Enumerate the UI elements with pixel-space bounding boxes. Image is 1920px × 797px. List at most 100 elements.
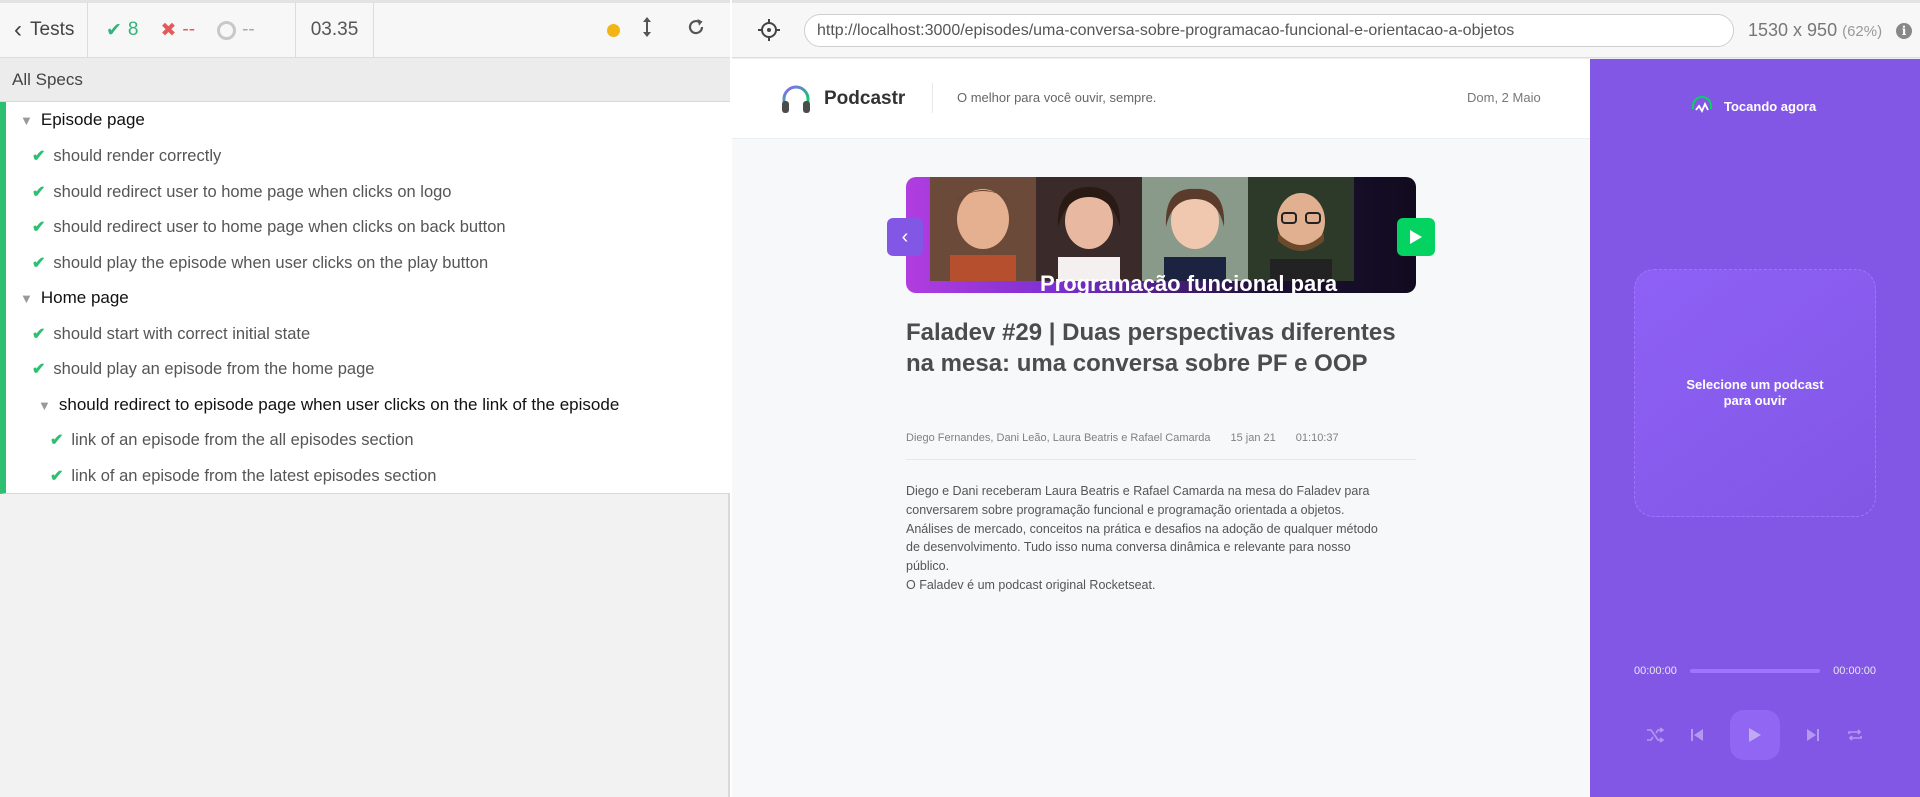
info-icon[interactable]: i — [1896, 23, 1912, 39]
suite-home-page[interactable]: ▼ Home page — [20, 280, 129, 316]
description-line: Diego e Dani receberam Laura Beatris e R… — [906, 484, 1370, 498]
header-spacer — [374, 3, 589, 57]
suite-label: Episode page — [40, 110, 145, 129]
podcastr-logo[interactable]: Podcastr — [780, 83, 905, 115]
shuffle-icon[interactable] — [1646, 727, 1664, 743]
check-icon: ✔ — [32, 184, 46, 201]
current-date: Dom, 2 Maio — [1467, 90, 1541, 105]
episode-title: Faladev #29 | Duas perspectivas diferent… — [906, 319, 1396, 377]
caret-down-icon: ▼ — [20, 290, 33, 306]
play-pause-button[interactable] — [1730, 710, 1780, 760]
thumbnail-caption: Programação funcional para — [1040, 271, 1338, 293]
podcastr-app: Podcastr O melhor para você ouvir, sempr… — [732, 59, 1920, 797]
test-row[interactable]: ✔ link of an episode from the all episod… — [50, 422, 414, 458]
host-photo — [1036, 177, 1142, 281]
reporter-controls — [589, 3, 730, 57]
test-label: should play the episode when user clicks… — [53, 253, 489, 272]
viewport-dimensions: 1530 x 950 — [1748, 20, 1838, 40]
check-icon: ✔ — [32, 326, 46, 343]
episode-members: Diego Fernandes, Dani Leão, Laura Beatri… — [906, 432, 1211, 444]
episode-page: Programação funcional para ‹ Faladev #29… — [732, 139, 1590, 797]
next-icon[interactable] — [1806, 728, 1820, 742]
test-row[interactable]: ✔ should start with correct initial stat… — [32, 316, 310, 352]
vertical-arrows-icon[interactable] — [642, 16, 652, 44]
tests-back-button[interactable]: ‹ Tests — [0, 3, 88, 57]
headphones-icon — [782, 85, 810, 113]
tests-label: Tests — [30, 19, 75, 40]
url-field[interactable]: http://localhost:3000/episodes/uma-conve… — [804, 14, 1734, 47]
description-line: O Faladev é um podcast original Rocketse… — [906, 577, 1156, 592]
playing-now-label: Tocando agora — [1724, 98, 1817, 114]
app-under-test: http://localhost:3000/episodes/uma-conve… — [732, 0, 1920, 797]
run-duration: 03.35 — [296, 3, 374, 57]
host-photo — [1142, 177, 1248, 281]
aut-url-bar: http://localhost:3000/episodes/uma-conve… — [732, 0, 1920, 58]
test-label: should redirect user to home page when c… — [53, 182, 452, 201]
play-icon — [1410, 230, 1422, 244]
pending-count: -- — [242, 19, 255, 40]
viewport-scale: (62%) — [1842, 23, 1883, 40]
test-label: should redirect user to home page when c… — [53, 217, 506, 236]
play-icon — [1749, 728, 1761, 742]
check-icon: ✔ — [32, 219, 46, 236]
pending-stat[interactable]: -- — [217, 19, 255, 41]
test-label: link of an episode from the latest episo… — [71, 466, 437, 485]
episode-thumbnail: Programação funcional para — [906, 177, 1416, 293]
header-divider — [932, 83, 933, 113]
total-time: 00:00:00 — [1833, 665, 1876, 677]
test-row[interactable]: ✔ should play an episode from the home p… — [32, 351, 374, 387]
caret-down-icon: ▼ — [38, 397, 51, 413]
test-row[interactable]: ✔ should play the episode when user clic… — [32, 245, 488, 281]
previous-icon[interactable] — [1690, 728, 1704, 742]
empty-player-message: Selecione um podcast para ouvir — [1686, 377, 1824, 408]
test-reporter: ‹ Tests ✔ 8 ✖ -- -- 03.35 All Specs ▼ Ep… — [0, 0, 730, 797]
description-line: conversarem sobre programação funcional … — [906, 502, 1345, 517]
suite-redirect-to-episode[interactable]: ▼ should redirect to episode page when u… — [38, 387, 619, 423]
suite-label: Home page — [40, 288, 129, 307]
check-icon: ✔ — [50, 432, 64, 449]
suite-episode-page[interactable]: ▼ Episode page — [20, 102, 145, 138]
episode-description: Diego e Dani receberam Laura Beatris e R… — [906, 482, 1416, 595]
back-button[interactable]: ‹ — [887, 218, 923, 256]
cross-icon: ✖ — [160, 19, 177, 41]
player-controls — [1646, 709, 1864, 761]
empty-player-card: Selecione um podcast para ouvir — [1634, 269, 1876, 517]
test-row[interactable]: ✔ should render correctly — [32, 138, 221, 174]
test-label: should play an episode from the home pag… — [53, 359, 375, 378]
play-episode-button[interactable] — [1397, 218, 1435, 256]
chevron-left-icon: ‹ — [14, 16, 22, 43]
test-row[interactable]: ✔ should redirect user to home page when… — [32, 174, 451, 210]
description-line: Análises de mercado, conceitos na prátic… — [906, 521, 1378, 536]
failed-stat[interactable]: ✖ -- — [161, 19, 196, 42]
progress-slider[interactable] — [1690, 669, 1820, 673]
app-header: Podcastr O melhor para você ouvir, sempr… — [732, 59, 1590, 139]
host-photo — [930, 177, 1036, 281]
passed-count: 8 — [127, 19, 139, 40]
caret-down-icon: ▼ — [20, 112, 33, 128]
spec-runnables: ▼ Episode page ✔ should render correctly… — [0, 102, 730, 494]
check-icon: ✔ — [32, 255, 46, 272]
test-row[interactable]: ✔ should redirect user to home page when… — [32, 209, 506, 245]
host-photo — [1248, 177, 1354, 281]
test-row[interactable]: ✔ link of an episode from the latest epi… — [50, 458, 436, 494]
episode-meta: Diego Fernandes, Dani Leão, Laura Beatri… — [906, 432, 1416, 460]
player-progress: 00:00:00 00:00:00 — [1634, 665, 1876, 677]
test-label: link of an episode from the all episodes… — [71, 430, 414, 449]
rerun-icon[interactable] — [686, 17, 706, 43]
playing-wave-icon — [1692, 96, 1712, 113]
tagline: O melhor para você ouvir, sempre. — [957, 90, 1157, 105]
passed-stat[interactable]: ✔ 8 — [106, 19, 139, 42]
check-icon: ✔ — [50, 468, 64, 485]
failed-count: -- — [182, 19, 196, 40]
check-icon: ✔ — [32, 148, 46, 165]
episode-date: 15 jan 21 — [1230, 432, 1276, 444]
selector-playground-crosshair-icon[interactable] — [756, 17, 782, 43]
description-line: público. — [906, 559, 950, 574]
all-specs-label[interactable]: All Specs — [0, 58, 730, 102]
pending-circle-icon — [217, 20, 237, 40]
auto-scroll-dot-icon[interactable] — [607, 23, 620, 37]
description-line: de desenvolvimento. Tudo isso numa conve… — [906, 540, 1351, 555]
logo-text: Podcastr — [824, 88, 906, 109]
repeat-icon[interactable] — [1846, 728, 1864, 742]
test-label: should start with correct initial state — [53, 324, 311, 343]
